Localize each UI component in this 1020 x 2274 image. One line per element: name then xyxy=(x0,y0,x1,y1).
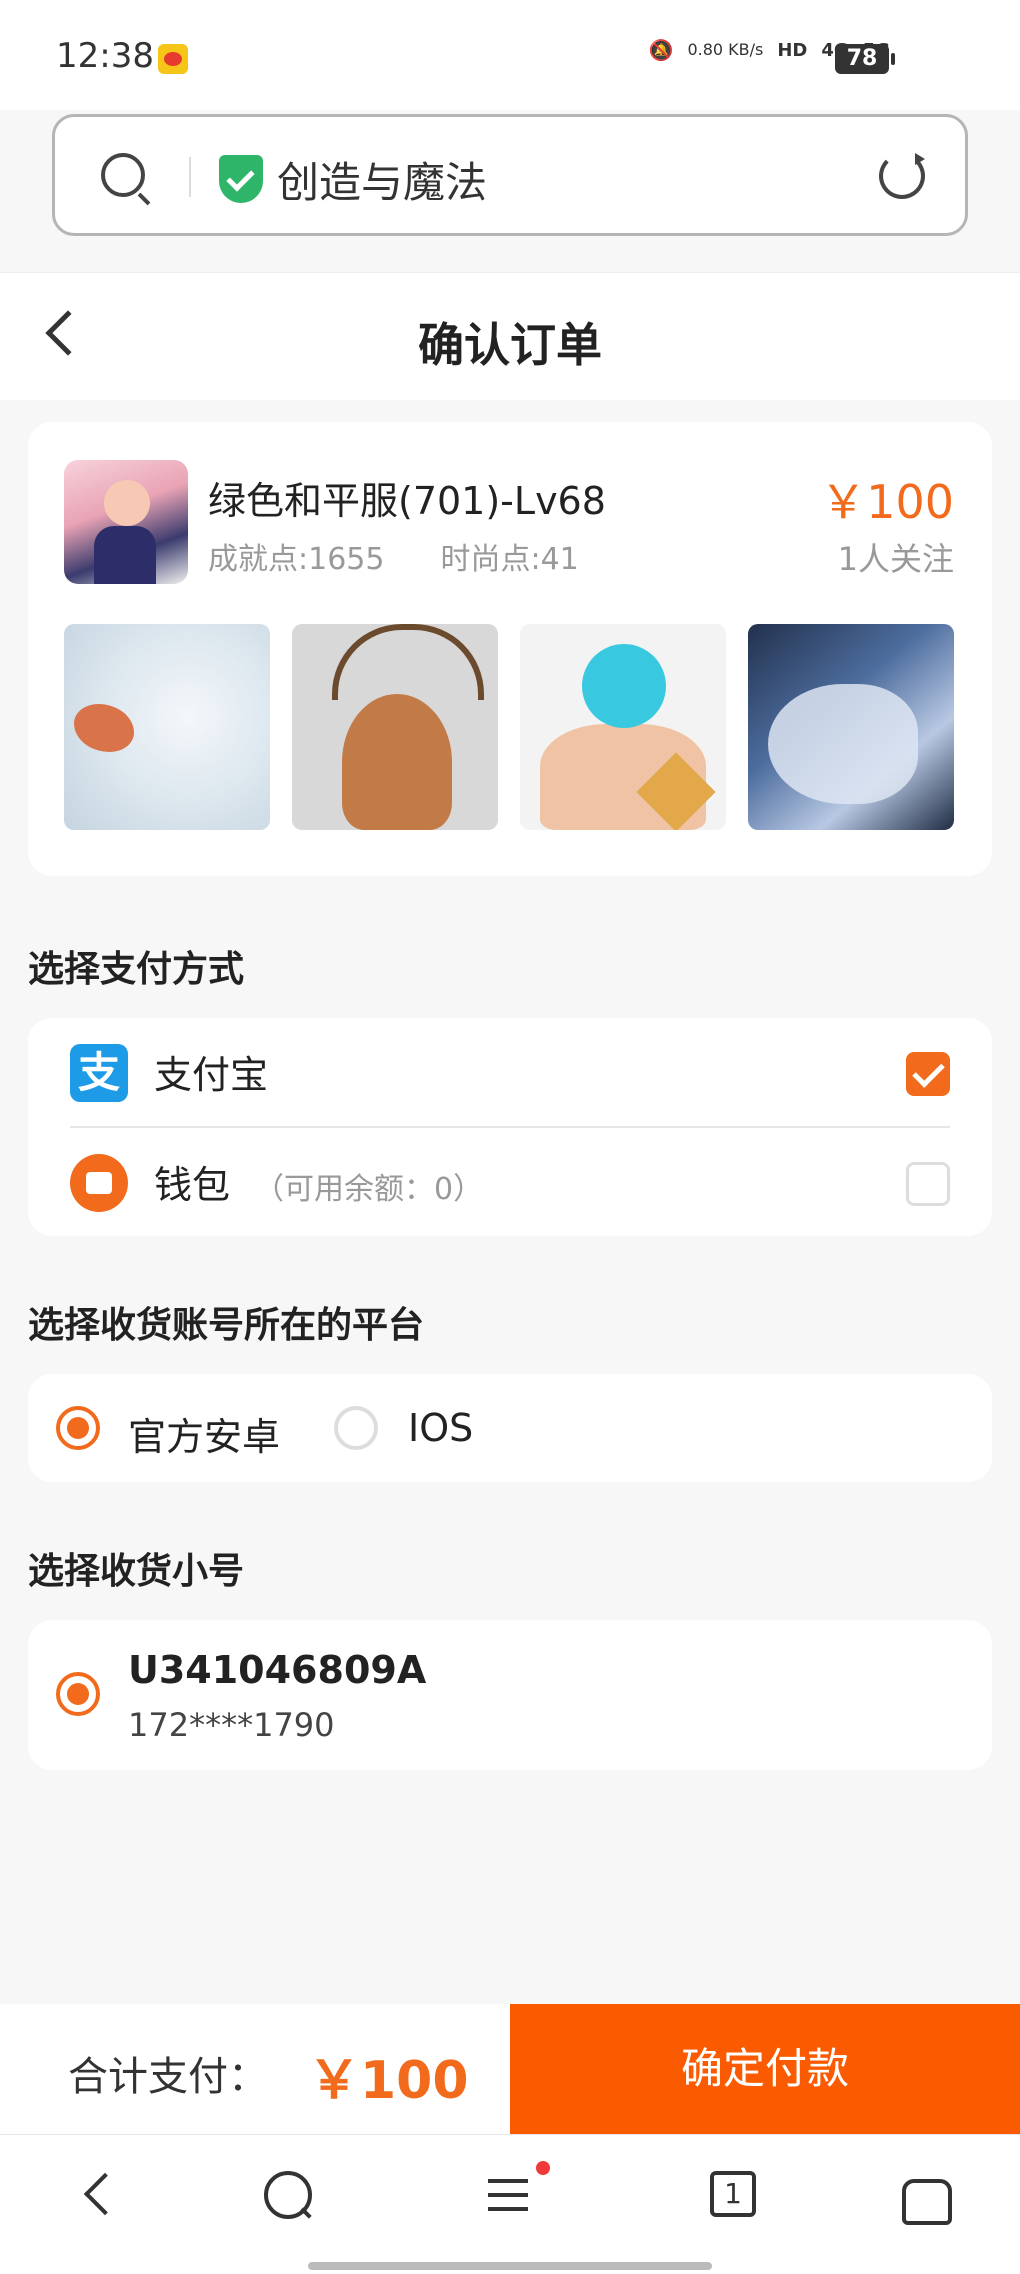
browser-nav-bar: 1 xyxy=(0,2134,1020,2274)
fashion-points: 时尚点:41 xyxy=(440,542,579,577)
platform-section-title: 选择收货账号所在的平台 xyxy=(28,1305,425,1346)
tier-badge-icon xyxy=(636,752,716,830)
pet-thumbnails xyxy=(64,624,954,830)
product-price: ￥100 xyxy=(820,475,954,529)
tab-count: 1 xyxy=(710,2171,756,2217)
check-icon[interactable] xyxy=(906,1052,950,1096)
radio-android[interactable] xyxy=(56,1406,100,1450)
browser-back-icon[interactable] xyxy=(70,2165,130,2225)
account-phone: 172****1790 xyxy=(128,1706,335,1744)
wallet-icon xyxy=(70,1154,128,1212)
net-speed: 0.80 KB/s xyxy=(687,40,764,59)
pet-thumbnail-tiger[interactable] xyxy=(748,624,954,830)
reload-icon[interactable] xyxy=(879,153,925,199)
platform-options: 官方安卓 IOS xyxy=(28,1374,992,1482)
home-icon[interactable] xyxy=(896,2165,956,2225)
page-header: 确认订单 xyxy=(0,272,1020,400)
follower-count: 1人关注 xyxy=(837,540,954,578)
hd-icon: HD xyxy=(777,39,808,61)
wallet-balance-note: （可用余额：0） xyxy=(254,1172,484,1207)
radio-account[interactable] xyxy=(56,1672,100,1716)
browser-search-icon[interactable] xyxy=(258,2165,318,2225)
page-title: 确认订单 xyxy=(418,318,602,372)
checkout-bar: 合计支付： ￥100 确定付款 xyxy=(0,2004,1020,2134)
account-id: U341046809A xyxy=(128,1648,427,1692)
weibo-icon xyxy=(158,44,188,74)
product-name: 绿色和平服(701)-Lv68 xyxy=(208,479,606,523)
pet-thumbnail-eagle[interactable] xyxy=(64,624,270,830)
shield-icon xyxy=(219,155,263,203)
battery-icon: 78 xyxy=(835,44,895,74)
platform-ios-label[interactable]: IOS xyxy=(408,1406,473,1450)
total-label: 合计支付： xyxy=(68,2054,268,2100)
platform-android-label[interactable]: 官方安卓 xyxy=(128,1406,280,1461)
payment-option-label: 支付宝 xyxy=(154,1053,269,1097)
address-bar[interactable]: 创造与魔法 xyxy=(52,114,968,236)
mute-icon: 🔕 xyxy=(648,38,674,62)
product-stats: 成就点:1655 时尚点:41 xyxy=(208,534,579,578)
pet-thumbnail-bird[interactable] xyxy=(520,624,726,830)
achievement-points: 成就点:1655 xyxy=(208,542,385,577)
checkbox[interactable] xyxy=(906,1162,950,1206)
status-time: 12:38 xyxy=(56,36,154,76)
site-name[interactable]: 创造与魔法 xyxy=(277,149,487,210)
tabs-icon[interactable]: 1 xyxy=(706,2165,766,2225)
product-card: 绿色和平服(701)-Lv68 成就点:1655 时尚点:41 ￥100 1人关… xyxy=(28,422,992,876)
total-amount: ￥100 xyxy=(308,2051,469,2111)
menu-line xyxy=(488,2179,528,2183)
radio-ios[interactable] xyxy=(334,1406,378,1450)
confirm-payment-button[interactable]: 确定付款 xyxy=(510,2004,1020,2134)
search-icon[interactable] xyxy=(101,153,145,197)
menu-icon[interactable] xyxy=(480,2161,550,2225)
alipay-icon: 支 xyxy=(70,1044,128,1102)
payment-methods: 支 支付宝 钱包 （可用余额：0） xyxy=(28,1018,992,1236)
menu-line xyxy=(488,2193,528,2197)
notification-dot xyxy=(536,2161,550,2175)
address-divider xyxy=(189,157,191,197)
menu-line xyxy=(488,2207,528,2211)
home-indicator[interactable] xyxy=(308,2262,712,2270)
account-option[interactable]: U341046809A 172****1790 xyxy=(28,1620,992,1770)
payment-option-wallet[interactable]: 钱包 （可用余额：0） xyxy=(28,1128,992,1236)
pet-thumbnail-deer[interactable] xyxy=(292,624,498,830)
account-section-title: 选择收货小号 xyxy=(28,1551,245,1592)
character-avatar xyxy=(64,460,188,584)
payment-option-label: 钱包 xyxy=(154,1163,231,1207)
status-bar: 12:38 🔕 0.80 KB/s HD 4G 5G 78 xyxy=(0,0,1020,110)
payment-section-title: 选择支付方式 xyxy=(28,949,245,990)
payment-option-alipay[interactable]: 支 支付宝 xyxy=(28,1018,992,1128)
